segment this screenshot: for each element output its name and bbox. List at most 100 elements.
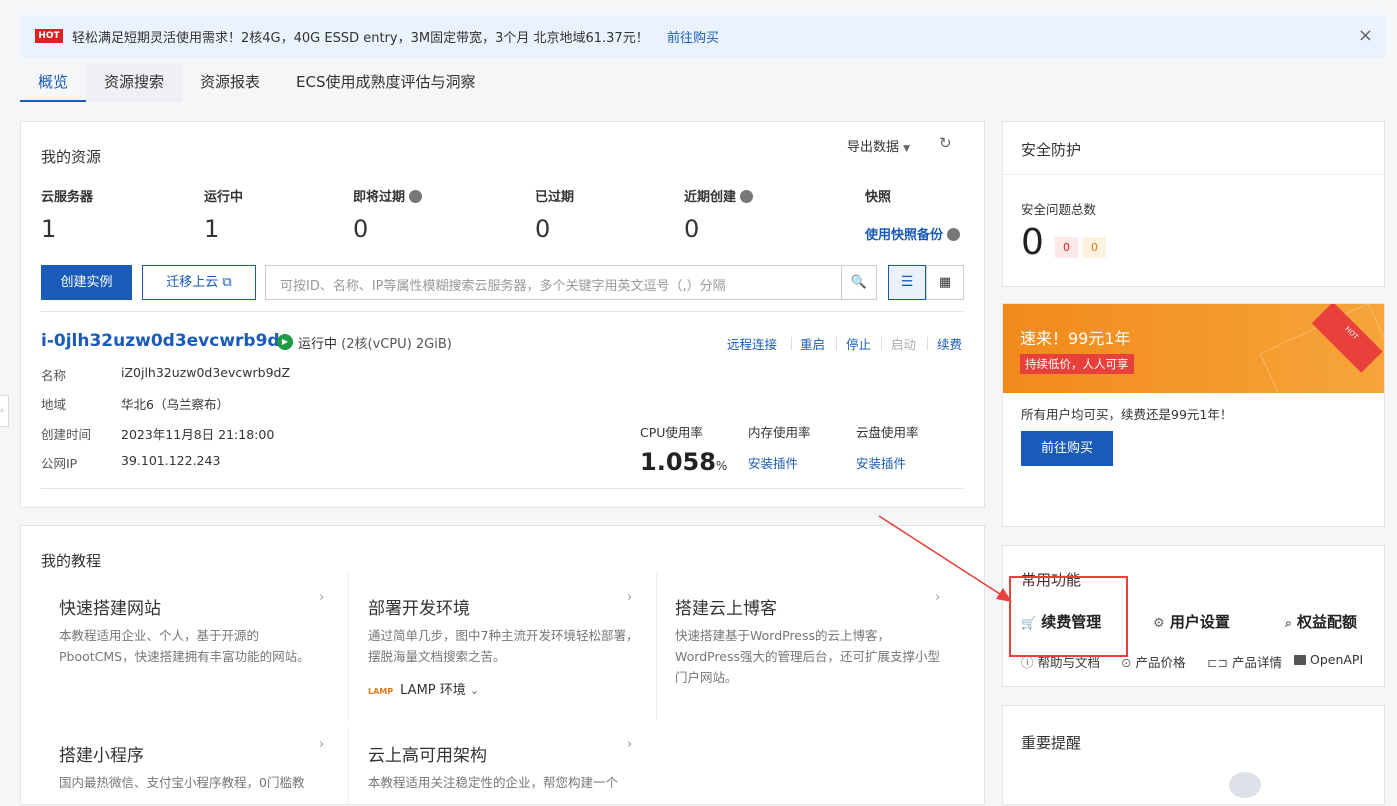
tab-resource-search[interactable]: 资源搜索: [86, 64, 183, 102]
divider: [881, 337, 882, 350]
divider: [348, 726, 349, 806]
search-button[interactable]: 🔍: [841, 265, 877, 300]
cpu-usage-value: 1.058%: [640, 448, 727, 476]
search-placeholder: 可按ID、名称、IP等属性模糊搜索云服务器，多个关键字用英文逗号（,）分隔: [280, 279, 726, 294]
divider: [1003, 174, 1384, 175]
field-label: 地域: [41, 397, 67, 412]
renew-link[interactable]: 续费: [937, 334, 962, 353]
hot-badge: HOT: [35, 29, 63, 43]
divider: [656, 573, 657, 720]
refresh-icon[interactable]: ↻: [939, 134, 952, 152]
environment-selector[interactable]: LAMP LAMP 环境 ⌄: [368, 679, 479, 698]
stat-label-recent: 近期创建: [684, 186, 754, 205]
cpu-value-number: 1.058: [640, 448, 716, 476]
help-icon: [740, 190, 754, 203]
help-icon: [947, 228, 961, 241]
card-title: 我的教程: [41, 552, 102, 570]
product-detail-label: 产品详情: [1231, 655, 1282, 670]
product-detail-link[interactable]: ⊏⊐ 产品详情: [1207, 652, 1282, 671]
tutorial-title: 搭建小程序: [59, 746, 144, 766]
tutorial-title: 部署开发环境: [368, 599, 470, 619]
user-settings-button[interactable]: ⚙ 用户设置: [1153, 611, 1230, 632]
memory-install-plugin-link[interactable]: 安装插件: [748, 453, 798, 472]
tutorial-desc: 本教程适用企业、个人，基于开源的PbootCMS，快速搭建拥有丰富功能的网站。: [59, 628, 310, 664]
tab-overview[interactable]: 概览: [20, 64, 87, 102]
start-link[interactable]: 启动: [891, 334, 916, 353]
export-label: 导出数据: [847, 140, 900, 155]
tab-maturity[interactable]: ECS使用成熟度评估与洞察: [278, 64, 493, 102]
user-settings-label: 用户设置: [1169, 613, 1230, 631]
divider: [927, 337, 928, 350]
tutorial-desc: 通过简单几步，图中7种主流开发环境轻松部署，摆脱海量文档搜索之苦。: [368, 628, 639, 664]
banner-buy-link[interactable]: 前往购买: [667, 27, 719, 46]
restart-link[interactable]: 重启: [800, 334, 825, 353]
grid-view-toggle[interactable]: ▦: [926, 265, 964, 300]
external-link-icon: ⧉: [222, 275, 232, 290]
cpu-usage-label: CPU使用率: [640, 425, 703, 440]
tutorial-title: 搭建云上博客: [675, 599, 777, 619]
gear-icon: ⚙: [1153, 616, 1165, 631]
quota-button[interactable]: ⌕ 权益配额: [1285, 611, 1357, 632]
disk-install-plugin-link[interactable]: 安装插件: [856, 453, 906, 472]
tutorial-title: 云上高可用架构: [368, 746, 487, 766]
close-icon[interactable]: ×: [1358, 25, 1373, 46]
environment-label: LAMP 环境: [400, 683, 466, 698]
chevron-right-icon: ›: [935, 590, 941, 605]
help-icon: [409, 190, 423, 203]
field-value: 华北6（乌兰察布）: [121, 397, 229, 412]
chevron-right-icon: ›: [319, 737, 325, 752]
stop-link[interactable]: 停止: [846, 334, 871, 353]
high-risk-badge[interactable]: 0: [1055, 237, 1078, 258]
snapshot-backup-link[interactable]: 使用快照备份: [865, 224, 961, 243]
card-title: 安全防护: [1021, 141, 1082, 159]
stat-value-running[interactable]: 1: [204, 215, 219, 243]
promo-tag: 持续低价，人人可享: [1020, 354, 1134, 374]
tutorial-title: 快速搭建网站: [59, 599, 161, 619]
field-value: 2023年11月8日 21:18:00: [121, 427, 275, 442]
stat-value-servers[interactable]: 1: [41, 215, 56, 243]
instance-spec: (2核(vCPU) 2GiB): [341, 337, 452, 352]
card-title: 我的资源: [41, 148, 102, 166]
openapi-link[interactable]: OpenAPI: [1294, 652, 1363, 667]
field-label: 公网IP: [41, 456, 78, 471]
promo-banner: HOT 轻松满足短期灵活使用需求！2核4G，40G ESSD entry，3M固…: [20, 15, 1385, 58]
list-view-toggle[interactable]: ☰: [888, 265, 926, 300]
migrate-label: 迁移上云: [166, 275, 219, 290]
tab-resource-report[interactable]: 资源报表: [182, 64, 278, 102]
chevron-right-icon: ›: [319, 590, 325, 605]
stat-value-expiring[interactable]: 0: [353, 215, 368, 243]
chat-bubble-icon: [1229, 772, 1261, 798]
stat-label-servers: 云服务器: [41, 190, 94, 205]
divider: [41, 488, 964, 489]
create-instance-button[interactable]: 创建实例: [41, 265, 132, 300]
promo-title: 速来！99元1年: [1020, 329, 1131, 348]
promo-desc: 所有用户均可买，续费还是99元1年！: [1021, 407, 1233, 422]
stat-value-recent[interactable]: 0: [684, 215, 699, 243]
help-docs-label: 帮助与文档: [1037, 655, 1101, 670]
lamp-logo: LAMP: [368, 687, 394, 696]
migrate-button[interactable]: 迁移上云 ⧉: [142, 265, 256, 300]
collapse-handle[interactable]: ‹: [0, 395, 9, 427]
product-price-link[interactable]: ⊙ 产品价格: [1121, 652, 1185, 671]
tutorial-desc: 本教程适用关注稳定性的企业，帮您构建一个: [368, 775, 619, 790]
search-input[interactable]: 可按ID、名称、IP等属性模糊搜索云服务器，多个关键字用英文逗号（,）分隔: [265, 265, 842, 300]
price-icon: ⊙: [1121, 655, 1132, 670]
snapshot-backup-text: 使用快照备份: [865, 228, 944, 243]
remote-connect-link[interactable]: 远程连接: [727, 334, 777, 353]
stat-label-expired: 已过期: [535, 190, 575, 205]
security-issues-label: 安全问题总数: [1021, 202, 1097, 217]
chevron-right-icon: ›: [627, 590, 633, 605]
promo-buy-button[interactable]: 前往购买: [1021, 431, 1113, 466]
export-data-button[interactable]: 导出数据 ▼: [847, 136, 910, 155]
stat-value-expired[interactable]: 0: [535, 215, 550, 243]
cpu-value-unit: %: [715, 459, 728, 473]
search-icon: 🔍: [850, 275, 868, 290]
instance-id-link[interactable]: i-0jlh32uzw0d3evcwrb9d: [41, 331, 280, 351]
quota-label: 权益配额: [1296, 613, 1357, 631]
stat-label-recent-text: 近期创建: [684, 190, 737, 205]
list-icon: ☰: [900, 274, 914, 290]
medium-risk-badge[interactable]: 0: [1083, 237, 1106, 258]
stat-label-expiring-text: 即将过期: [353, 190, 406, 205]
detail-icon: ⊏⊐: [1207, 655, 1228, 670]
banner-text: 轻松满足短期灵活使用需求！2核4G，40G ESSD entry，3M固定带宽，…: [72, 31, 649, 46]
